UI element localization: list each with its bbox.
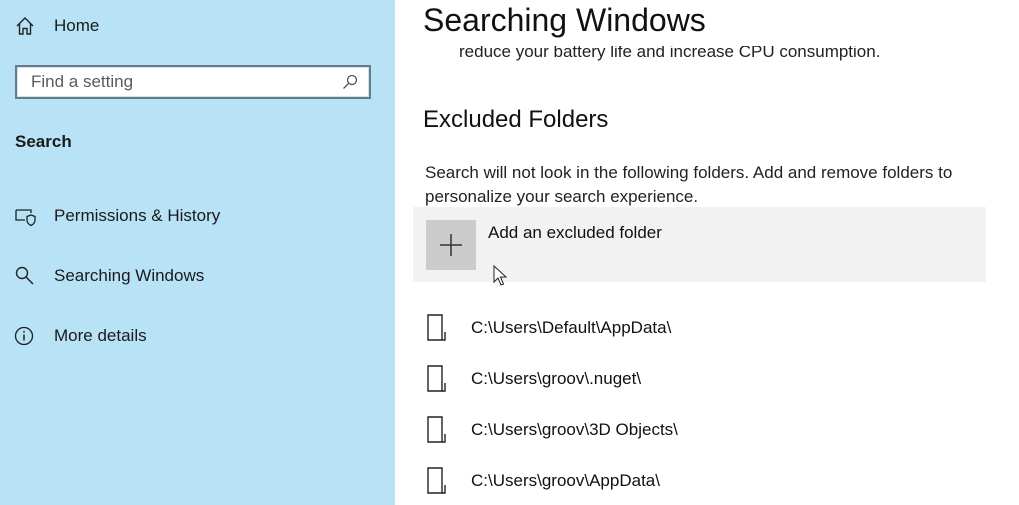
sidebar-item-searching-windows[interactable]: Searching Windows [14, 261, 384, 291]
sidebar-item-permissions-history[interactable]: Permissions & History [14, 201, 384, 231]
page-title: Searching Windows [423, 2, 706, 38]
plus-icon [440, 234, 462, 256]
excluded-folder-row[interactable]: C:\Users\groov\.nuget\ [425, 364, 985, 394]
sidebar-item-label: Searching Windows [54, 266, 205, 285]
info-icon [14, 326, 34, 346]
folder-icon [427, 314, 446, 341]
main-content: Searching Windows reduce your battery li… [395, 0, 1019, 505]
excluded-folders-description: Search will not look in the following fo… [425, 163, 953, 206]
search-icon [15, 266, 34, 285]
excluded-folder-row[interactable]: C:\Users\groov\3D Objects\ [425, 415, 985, 445]
home-icon [16, 17, 34, 35]
home-nav-item[interactable]: Home [14, 12, 99, 40]
folder-path: C:\Users\Default\AppData\ [471, 318, 672, 337]
shield-monitor-icon [15, 209, 36, 227]
folder-icon [427, 467, 446, 494]
folder-path: C:\Users\groov\.nuget\ [471, 369, 642, 388]
search-icon[interactable] [341, 73, 359, 91]
find-setting-input[interactable] [17, 71, 333, 93]
sidebar-item-label: More details [54, 326, 147, 345]
mouse-cursor-icon [493, 265, 507, 286]
excluded-folder-row[interactable]: C:\Users\groov\AppData\ [425, 466, 985, 496]
sidebar-item-more-details[interactable]: More details [14, 321, 384, 351]
folder-path: C:\Users\groov\AppData\ [471, 471, 660, 490]
add-excluded-folder-label: Add an excluded folder [488, 223, 662, 242]
excluded-folder-row[interactable]: C:\Users\Default\AppData\ [425, 313, 985, 343]
section-title-search: Search [15, 132, 72, 151]
folder-path: C:\Users\groov\3D Objects\ [471, 420, 678, 439]
folder-icon [427, 365, 446, 392]
home-label: Home [54, 16, 100, 35]
folder-icon [427, 416, 446, 443]
partially-scrolled-text: reduce your battery life and increase CP… [459, 42, 881, 61]
sidebar-item-label: Permissions & History [54, 206, 221, 225]
find-setting-search-box[interactable] [15, 65, 371, 99]
plus-tile[interactable] [426, 220, 476, 270]
excluded-folders-heading: Excluded Folders [423, 106, 609, 133]
settings-sidebar: Home Search Permissions & History Search… [0, 0, 395, 505]
